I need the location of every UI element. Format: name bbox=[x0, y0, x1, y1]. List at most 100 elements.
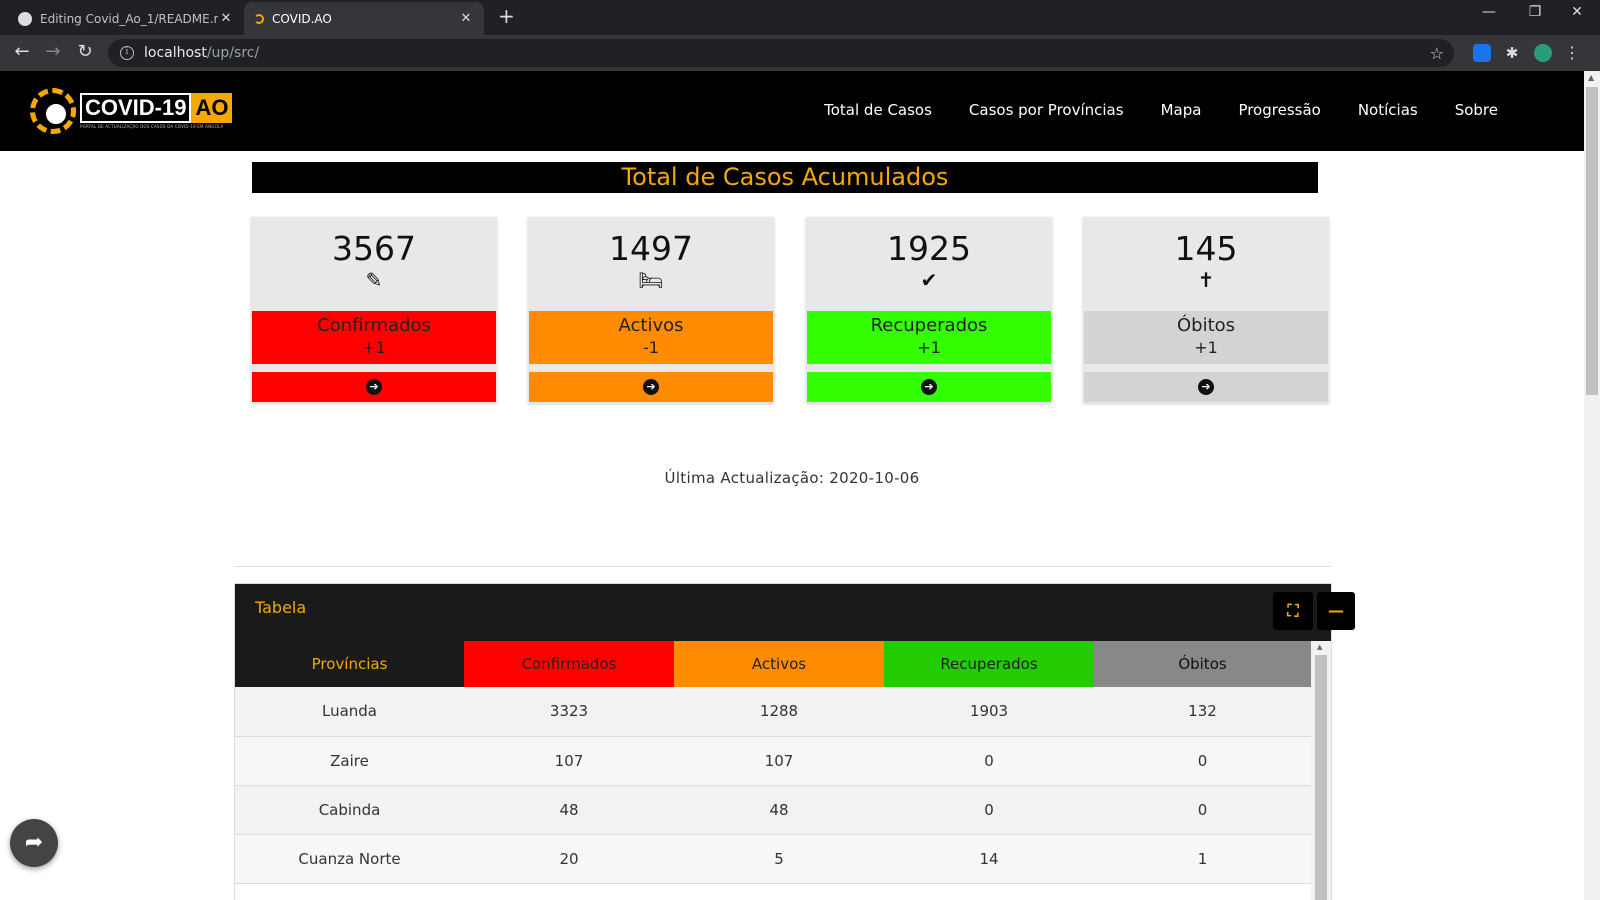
page-viewport: COVID-19 AO PORTAL DE ACTUALIZAÇÃO DOS C… bbox=[0, 71, 1584, 900]
cell-recuperados: 0 bbox=[884, 736, 1094, 786]
tab-title: COVID.AO bbox=[272, 11, 332, 26]
cell-province: Luanda bbox=[235, 687, 464, 737]
card-number: 1925 bbox=[887, 229, 971, 268]
cell-recuperados: 1903 bbox=[884, 687, 1094, 737]
table-scroll-thumb[interactable] bbox=[1315, 655, 1327, 900]
card-more-button[interactable]: ➔ bbox=[807, 372, 1051, 402]
logo-covid-text: COVID-19 bbox=[80, 93, 192, 123]
cell-confirmados: 48 bbox=[464, 785, 674, 835]
info-icon[interactable]: i bbox=[120, 46, 134, 60]
cell-recuperados: 0 bbox=[884, 785, 1094, 835]
table-panel: Tabela ⛶ — Províncias Confirmados Activo… bbox=[234, 583, 1355, 900]
card-more-button[interactable]: ➔ bbox=[1084, 372, 1328, 402]
browser-tab-bar: Editing Covid_Ao_1/README.md ✕ COVID.AO … bbox=[0, 0, 1600, 35]
nav-noticias[interactable]: Notícias bbox=[1358, 101, 1418, 119]
nav-casos-por-provincias[interactable]: Casos por Províncias bbox=[969, 101, 1124, 119]
card-more-button[interactable]: ➔ bbox=[529, 372, 773, 402]
bed-icon: 🛏 bbox=[638, 268, 664, 292]
arrow-right-icon: ➔ bbox=[366, 379, 382, 395]
translate-extension-icon[interactable] bbox=[1473, 44, 1491, 62]
table-row: Zaire 107 107 0 0 bbox=[235, 736, 1311, 786]
tab-covid-ao[interactable]: COVID.AO ✕ bbox=[244, 2, 484, 35]
nav-total-de-casos[interactable]: Total de Casos bbox=[824, 101, 932, 119]
github-icon bbox=[18, 11, 32, 26]
arrow-right-icon: ➔ bbox=[1198, 379, 1214, 395]
card-number: 3567 bbox=[332, 229, 416, 268]
card-label: Óbitos bbox=[1176, 315, 1236, 336]
panel-header: Tabela ⛶ — bbox=[235, 584, 1355, 641]
col-header-provincias[interactable]: Províncias bbox=[235, 641, 464, 687]
col-header-recuperados[interactable]: Recuperados bbox=[884, 641, 1094, 687]
back-button[interactable]: ← bbox=[10, 41, 34, 62]
table-scrollbar[interactable]: ▲ bbox=[1311, 641, 1331, 900]
collapse-button[interactable]: — bbox=[1317, 592, 1355, 630]
site-header: COVID-19 AO PORTAL DE ACTUALIZAÇÃO DOS C… bbox=[0, 71, 1584, 151]
share-button[interactable]: ➦ bbox=[10, 819, 58, 867]
card-more-button[interactable]: ➔ bbox=[252, 372, 496, 402]
col-header-confirmados[interactable]: Confirmados bbox=[464, 641, 674, 687]
col-header-obitos[interactable]: Óbitos bbox=[1094, 641, 1311, 687]
cell-recuperados: 14 bbox=[884, 834, 1094, 884]
cell-province: Cuanza Norte bbox=[235, 834, 464, 884]
minimize-button[interactable]: — bbox=[1466, 4, 1512, 20]
cell-confirmados: 20 bbox=[464, 834, 674, 884]
card-recuperados: 1925 ✔ Recuperados +1 ➔ bbox=[806, 217, 1052, 403]
page-scroll-thumb[interactable] bbox=[1586, 87, 1598, 395]
url-path: /up/src/ bbox=[206, 45, 260, 61]
minus-icon: — bbox=[1328, 601, 1344, 620]
cell-obitos: 0 bbox=[1094, 785, 1311, 835]
close-tab-icon[interactable]: ✕ bbox=[218, 11, 234, 26]
scroll-up-icon[interactable]: ▲ bbox=[1317, 643, 1322, 651]
card-band: Óbitos +1 bbox=[1084, 311, 1328, 364]
nav-sobre[interactable]: Sobre bbox=[1455, 101, 1498, 119]
nav-mapa[interactable]: Mapa bbox=[1161, 101, 1202, 119]
puzzle-extensions-icon[interactable]: ✱ bbox=[1503, 44, 1521, 62]
expand-icon: ⛶ bbox=[1287, 601, 1299, 620]
cell-obitos: 132 bbox=[1094, 687, 1311, 737]
expand-button[interactable]: ⛶ bbox=[1273, 592, 1313, 630]
cell-confirmados: 3323 bbox=[464, 687, 674, 737]
tab-readme[interactable]: Editing Covid_Ao_1/README.md ✕ bbox=[8, 2, 244, 35]
card-delta: +1 bbox=[362, 338, 386, 357]
avatar[interactable] bbox=[1534, 44, 1552, 62]
card-delta: +1 bbox=[1194, 338, 1218, 357]
page-scrollbar[interactable]: ▲ bbox=[1584, 71, 1600, 900]
col-header-activos[interactable]: Activos bbox=[674, 641, 884, 687]
card-label: Confirmados bbox=[317, 315, 431, 336]
divider bbox=[234, 566, 1332, 567]
bookmark-star-icon[interactable]: ☆ bbox=[1430, 44, 1444, 63]
forward-button[interactable]: → bbox=[41, 41, 65, 62]
menu-kebab-icon[interactable]: ⋮ bbox=[1563, 44, 1581, 62]
cell-confirmados: 107 bbox=[464, 736, 674, 786]
close-window-button[interactable]: ✕ bbox=[1554, 4, 1600, 20]
url-input[interactable]: i localhost/up/src/ ☆ bbox=[108, 39, 1454, 67]
logo-ao-text: AO bbox=[191, 93, 233, 123]
table-row: Cuanza Norte 20 5 14 1 bbox=[235, 834, 1311, 884]
new-tab-button[interactable]: + bbox=[498, 4, 515, 28]
card-label: Activos bbox=[618, 315, 684, 336]
reload-button[interactable]: ↻ bbox=[73, 41, 97, 62]
cell-obitos: 0 bbox=[1094, 736, 1311, 786]
card-band: Confirmados +1 bbox=[252, 311, 496, 364]
logo-subtitle: PORTAL DE ACTUALIZAÇÃO DOS CASOS DA COVI… bbox=[80, 124, 224, 129]
card-label: Recuperados bbox=[870, 315, 988, 336]
card-number: 145 bbox=[1174, 229, 1238, 268]
scroll-up-icon[interactable]: ▲ bbox=[1588, 73, 1594, 82]
provinces-table: Províncias Confirmados Activos Recuperad… bbox=[235, 641, 1311, 884]
table-row: Cabinda 48 48 0 0 bbox=[235, 785, 1311, 835]
gear-virus-icon bbox=[30, 88, 76, 134]
cell-activos: 107 bbox=[674, 736, 884, 786]
close-tab-icon[interactable]: ✕ bbox=[458, 11, 474, 26]
card-obitos: 145 ✝ Óbitos +1 ➔ bbox=[1083, 217, 1329, 403]
restore-button[interactable]: ❐ bbox=[1512, 4, 1558, 20]
main-nav: Total de Casos Casos por Províncias Mapa… bbox=[824, 101, 1498, 119]
site-logo[interactable]: COVID-19 AO PORTAL DE ACTUALIZAÇÃO DOS C… bbox=[30, 88, 233, 134]
cell-activos: 48 bbox=[674, 785, 884, 835]
panel-title: Tabela bbox=[255, 598, 307, 617]
cell-province: Cabinda bbox=[235, 785, 464, 835]
cell-activos: 5 bbox=[674, 834, 884, 884]
address-bar: ← → ↻ i localhost/up/src/ ☆ ✱ ⋮ bbox=[0, 35, 1600, 71]
arrow-right-icon: ➔ bbox=[643, 379, 659, 395]
nav-progressao[interactable]: Progressão bbox=[1238, 101, 1320, 119]
edit-icon: ✎ bbox=[365, 268, 383, 292]
